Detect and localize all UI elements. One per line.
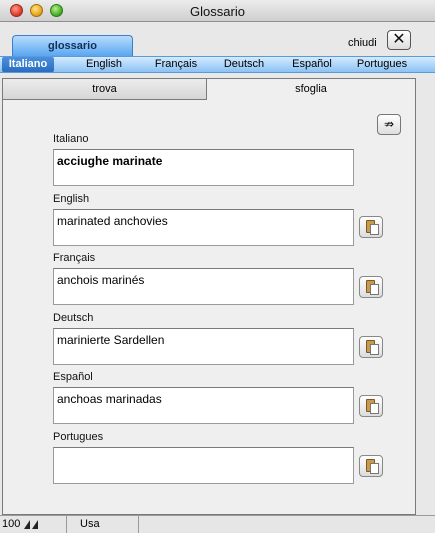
zoom-in-icon[interactable] — [32, 520, 38, 529]
zoom-icons[interactable] — [24, 520, 48, 530]
lang-tab-italiano[interactable]: Italiano — [2, 57, 54, 72]
zoom-level: 100 — [2, 518, 21, 530]
field-italiano[interactable]: acciughe marinate — [53, 149, 354, 186]
copy-button-deutsch[interactable] — [359, 336, 383, 358]
label-francais: Français — [53, 252, 96, 264]
field-espanol[interactable]: anchoas marinadas — [53, 387, 354, 424]
window-title: Glossario — [190, 4, 245, 19]
paper-icon — [370, 403, 379, 414]
copy-button-english[interactable] — [359, 216, 383, 238]
export-arrow-icon: ⇏ — [383, 117, 395, 131]
paper-icon — [370, 463, 379, 474]
label-espanol: Español — [53, 371, 93, 383]
close-label: chiudi — [348, 37, 377, 49]
copy-button-francais[interactable] — [359, 276, 383, 298]
paper-icon — [370, 224, 379, 235]
label-italiano: Italiano — [53, 133, 89, 145]
status-divider — [66, 516, 67, 533]
zoom-out-icon[interactable] — [24, 520, 30, 529]
field-francais[interactable]: anchois marinés — [53, 268, 354, 305]
tab-glossario[interactable]: glossario — [12, 35, 133, 56]
close-button[interactable]: ✕ — [387, 30, 411, 50]
lang-tab-deutsch[interactable]: Deutsch — [214, 57, 274, 72]
field-english[interactable]: marinated anchovies — [53, 209, 354, 246]
tab-sfoglia[interactable]: sfoglia — [207, 79, 415, 100]
window-body: glossario chiudi ✕ Italiano English Fran… — [0, 22, 435, 515]
browse-panel: trova sfoglia ⇏ Italiano acciughe marina… — [2, 78, 416, 515]
field-deutsch[interactable]: marinierte Sardellen — [53, 328, 354, 365]
paper-icon — [370, 284, 379, 295]
lang-tab-portugues[interactable]: Portugues — [352, 57, 412, 72]
lang-tab-english[interactable]: English — [74, 57, 134, 72]
copy-button-espanol[interactable] — [359, 395, 383, 417]
lang-tab-espanol[interactable]: Español — [282, 57, 342, 72]
status-divider — [138, 516, 139, 533]
copy-button-portugues[interactable] — [359, 455, 383, 477]
mode-label: Usa — [80, 518, 100, 530]
paper-icon — [370, 344, 379, 355]
label-deutsch: Deutsch — [53, 312, 94, 324]
tab-trova[interactable]: trova — [3, 79, 207, 100]
label-portugues: Portugues — [53, 431, 104, 443]
lang-tab-francais[interactable]: Français — [146, 57, 206, 72]
language-bar: Italiano English Français Deutsch Españo… — [0, 56, 435, 73]
export-button[interactable]: ⇏ — [377, 114, 401, 135]
status-bar: 100 Usa — [0, 515, 435, 533]
field-portugues[interactable] — [53, 447, 354, 484]
title-bar: Glossario — [0, 0, 435, 22]
label-english: English — [53, 193, 90, 205]
